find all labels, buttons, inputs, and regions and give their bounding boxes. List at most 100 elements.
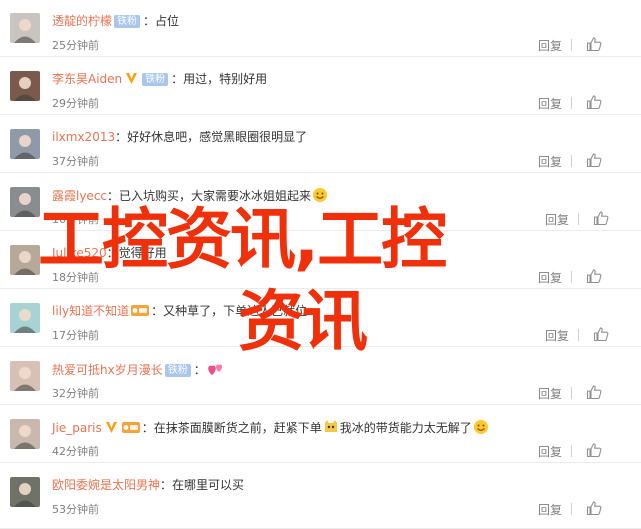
- action-divider: [571, 387, 572, 399]
- reply-button[interactable]: 回复: [538, 95, 562, 112]
- reply-button[interactable]: 回复: [538, 443, 562, 460]
- avatar[interactable]: [10, 477, 40, 507]
- avatar[interactable]: [10, 419, 40, 449]
- avatar[interactable]: [10, 361, 40, 391]
- action-divider: [578, 213, 579, 225]
- verified-v-icon: [105, 421, 118, 434]
- action-divider: [571, 97, 572, 109]
- avatar[interactable]: [10, 245, 40, 275]
- reply-button[interactable]: 回复: [538, 269, 562, 286]
- comment-item: 露霞lyecc：已入坑购买，大家需要冰冰姐姐起来 16分钟前 回复: [0, 174, 641, 231]
- like-thumb-icon[interactable]: [586, 384, 602, 400]
- comment-text: 觉得好用: [118, 246, 167, 260]
- reply-button[interactable]: 回复: [538, 501, 562, 518]
- comment-line: 露霞lyecc：已入坑购买，大家需要冰冰姐姐起来: [52, 187, 329, 204]
- comment-colon: ：: [193, 363, 206, 377]
- comment-username[interactable]: Jie_paris: [52, 421, 102, 435]
- comment-item: 欧阳委婉是太阳男神：在哪里可以买 53分钟前 回复: [0, 464, 641, 529]
- comment-text: 好好休息吧，感觉黑眼圈很明显了: [127, 130, 308, 144]
- like-thumb-icon[interactable]: [586, 500, 602, 516]
- comment-username[interactable]: Julike520: [52, 246, 107, 260]
- smile-emoji-icon: [312, 187, 328, 203]
- comment-time: 29分钟前: [52, 97, 99, 110]
- action-divider: [571, 155, 572, 167]
- like-thumb-icon[interactable]: [593, 326, 609, 342]
- comment-item: Julike520：觉得好用 18分钟前 回复: [0, 232, 641, 289]
- reply-button[interactable]: 回复: [538, 385, 562, 402]
- comment-line: 透靛的柠檬 铁粉 ：占位: [52, 13, 179, 29]
- action-divider: [571, 445, 572, 457]
- comment-item: 透靛的柠檬 铁粉 ：占位 25分钟前 回复: [0, 0, 641, 57]
- comment-line: ilxmx2013：好好休息吧，感觉黑眼圈很明显了: [52, 129, 307, 145]
- action-divider: [571, 503, 572, 515]
- vip-level-icon: [121, 421, 140, 434]
- reply-button[interactable]: 回复: [538, 153, 562, 170]
- avatar[interactable]: [10, 187, 40, 217]
- comment-time: 53分钟前: [52, 503, 99, 516]
- comment-text: 用过，特别好用: [183, 72, 268, 86]
- avatar[interactable]: [10, 303, 40, 333]
- vip-level-icon: [131, 304, 150, 317]
- comment-item: 李东昊Aiden 铁粉 ：用过，特别好用 29分钟前 回复: [0, 58, 641, 115]
- comment-text: 又种草了，下单达人已就位: [163, 304, 308, 318]
- comment-username[interactable]: lily知道不知道: [52, 304, 129, 318]
- action-divider: [578, 329, 579, 341]
- comment-username[interactable]: 欧阳委婉是太阳男神: [52, 478, 160, 492]
- comment-item: 热爱可抵hx岁月漫长 铁粉： 32分钟前 回复: [0, 348, 641, 405]
- comment-line: Jie_paris ：在抹茶面膜断货之前，赶紧下单 我冰的带货能力太无解了: [52, 419, 490, 436]
- comment-line: 欧阳委婉是太阳男神：在哪里可以买: [52, 477, 244, 493]
- comment-username[interactable]: 露霞lyecc: [52, 189, 107, 203]
- hearts-emoji-icon: [207, 361, 223, 377]
- comment-colon: ：: [107, 189, 120, 203]
- comment-text: 在哪里可以买: [172, 478, 245, 492]
- comment-username[interactable]: 李东昊Aiden: [52, 72, 122, 86]
- comment-line: 李东昊Aiden 铁粉 ：用过，特别好用: [52, 71, 267, 87]
- fan-badge: 铁粉: [164, 364, 191, 377]
- comment-time: 18分钟前: [52, 271, 99, 284]
- smile-emoji-icon: [473, 419, 489, 435]
- comment-line: lily知道不知道 ：又种草了，下单达人已就位: [52, 303, 307, 319]
- action-divider: [571, 39, 572, 51]
- action-divider: [571, 271, 572, 283]
- reply-button[interactable]: 回复: [545, 327, 569, 344]
- comment-item: Jie_paris ：在抹茶面膜断货之前，赶紧下单 我冰的带货能力太无解了 42分钟前…: [0, 406, 641, 463]
- comment-colon: ：: [171, 72, 184, 86]
- comment-line: Julike520：觉得好用: [52, 245, 167, 261]
- fan-badge: 铁粉: [142, 73, 169, 86]
- comment-time: 25分钟前: [52, 39, 99, 52]
- comment-text: 已入坑购买，大家需要冰冰姐姐起来: [119, 189, 312, 203]
- comment-text: 占位: [155, 14, 180, 28]
- comment-text: 在抹茶面膜断货之前，赶紧下单: [153, 421, 322, 435]
- like-thumb-icon[interactable]: [586, 442, 602, 458]
- comment-time: 17分钟前: [52, 329, 99, 342]
- comment-colon: ：: [115, 130, 128, 144]
- comment-item: lily知道不知道 ：又种草了，下单达人已就位 17分钟前 回复: [0, 290, 641, 347]
- comment-time: 32分钟前: [52, 387, 99, 400]
- comment-username[interactable]: ilxmx2013: [52, 130, 115, 144]
- comment-text-continued: 我冰的带货能力太无解了: [339, 421, 472, 435]
- comment-username[interactable]: 热爱可抵hx岁月漫长: [52, 363, 163, 377]
- like-thumb-icon[interactable]: [586, 36, 602, 52]
- comment-time: 42分钟前: [52, 445, 99, 458]
- like-thumb-icon[interactable]: [586, 268, 602, 284]
- like-thumb-icon[interactable]: [593, 210, 609, 226]
- comment-time: 37分钟前: [52, 155, 99, 168]
- fan-badge: 铁粉: [114, 15, 141, 28]
- reply-button[interactable]: 回复: [538, 37, 562, 54]
- comment-colon: ：: [106, 246, 119, 260]
- comment-line: 热爱可抵hx岁月漫长 铁粉：: [52, 361, 224, 378]
- like-thumb-icon[interactable]: [586, 152, 602, 168]
- comment-colon: ：: [143, 14, 156, 28]
- avatar[interactable]: [10, 71, 40, 101]
- comment-item: ilxmx2013：好好休息吧，感觉黑眼圈很明显了 37分钟前 回复: [0, 116, 641, 173]
- reply-button[interactable]: 回复: [545, 211, 569, 228]
- verified-v-icon: [125, 72, 138, 85]
- comment-username[interactable]: 透靛的柠檬: [52, 14, 112, 28]
- comment-colon: ：: [151, 304, 164, 318]
- comment-time: 16分钟前: [52, 213, 99, 226]
- comment-colon: ：: [160, 478, 173, 492]
- avatar[interactable]: [10, 13, 40, 43]
- avatar[interactable]: [10, 129, 40, 159]
- cat-emoji-icon: [323, 419, 339, 435]
- like-thumb-icon[interactable]: [586, 94, 602, 110]
